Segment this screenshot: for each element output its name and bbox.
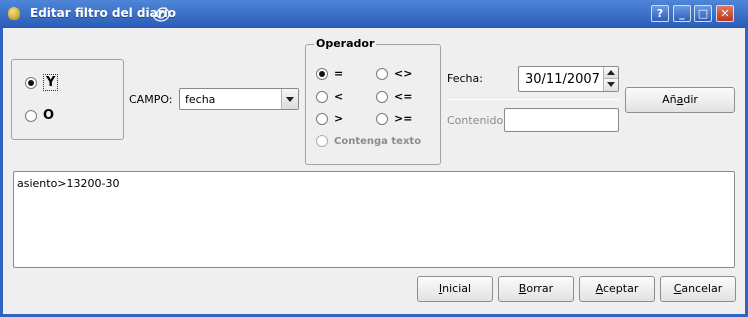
title-bar[interactable]: Editar filtro del diario ? _ □ ✕ — [0, 0, 748, 28]
radio-ge-label: >= — [394, 112, 413, 125]
delete-button-label: Borrar — [518, 282, 554, 295]
radio-le-indicator[interactable] — [376, 90, 388, 103]
radio-gt-label: > — [334, 112, 344, 125]
spin-down-icon[interactable] — [604, 79, 618, 91]
radio-o-label: O — [43, 108, 55, 123]
content-input[interactable] — [504, 108, 619, 132]
radio-le[interactable]: <= — [376, 90, 412, 103]
chevron-down-icon[interactable] — [281, 89, 298, 109]
money-bag-icon — [8, 7, 20, 20]
radio-gt-indicator[interactable] — [316, 112, 328, 125]
radio-y[interactable]: Y — [25, 74, 59, 91]
radio-lt[interactable]: < — [316, 90, 343, 103]
logic-group: Y O — [11, 59, 124, 140]
initial-button[interactable]: Inicial — [417, 276, 493, 302]
date-spinbox[interactable]: 30/11/2007 — [518, 66, 619, 92]
date-spin-buttons — [603, 67, 618, 91]
radio-ge-indicator[interactable] — [376, 112, 388, 125]
delete-button[interactable]: Borrar — [498, 276, 574, 302]
dialog-window: Editar filtro del diario ? _ □ ✕ Y O CAM… — [0, 0, 748, 317]
radio-eq[interactable]: = — [316, 67, 343, 80]
radio-y-label: Y — [43, 74, 59, 91]
content-label: Contenido: — [447, 114, 507, 127]
radio-ne-label: <> — [394, 67, 413, 80]
radio-y-indicator[interactable] — [25, 76, 37, 89]
field-combo-value: fecha — [185, 93, 216, 106]
help-button[interactable]: ? — [651, 5, 669, 22]
swirl-icon — [153, 7, 170, 22]
radio-o-indicator[interactable] — [25, 109, 37, 122]
radio-ne[interactable]: <> — [376, 67, 412, 80]
operator-group: Operador = <> < <= > >= Contenga texto — [305, 37, 441, 165]
radio-ne-indicator[interactable] — [376, 67, 388, 80]
date-content-separator — [447, 99, 619, 100]
close-button[interactable]: ✕ — [716, 5, 734, 22]
date-label: Fecha: — [447, 72, 483, 85]
radio-contains-text[interactable]: Contenga texto — [316, 135, 421, 147]
accept-button-label: Aceptar — [595, 282, 639, 295]
radio-gt[interactable]: > — [316, 112, 343, 125]
radio-lt-label: < — [334, 90, 344, 103]
radio-eq-indicator[interactable] — [316, 67, 328, 80]
filter-textarea[interactable]: asiento>13200-30 — [13, 171, 735, 268]
maximize-button[interactable]: □ — [694, 5, 712, 22]
radio-lt-indicator[interactable] — [316, 90, 328, 103]
radio-eq-label: = — [334, 67, 344, 80]
radio-contains-text-indicator[interactable] — [316, 135, 328, 147]
operator-group-title: Operador — [314, 37, 377, 50]
accept-button[interactable]: Aceptar — [579, 276, 655, 302]
date-value: 30/11/2007 — [525, 72, 600, 87]
radio-ge[interactable]: >= — [376, 112, 412, 125]
cancel-button-label: Cancelar — [673, 282, 723, 295]
dialog-body: Y O CAMPO: fecha Operador = <> < <= > >=… — [3, 28, 745, 314]
radio-o[interactable]: O — [25, 108, 54, 123]
field-combo[interactable]: fecha — [179, 88, 299, 110]
cancel-button[interactable]: Cancelar — [660, 276, 736, 302]
add-button-label: Añadir — [662, 93, 698, 106]
field-label: CAMPO: — [129, 93, 173, 106]
add-button[interactable]: Añadir — [625, 87, 735, 113]
initial-button-label: Inicial — [438, 282, 472, 295]
minimize-button[interactable]: _ — [673, 5, 691, 22]
radio-le-label: <= — [394, 90, 413, 103]
radio-contains-text-label: Contenga texto — [334, 135, 422, 147]
filter-text: asiento>13200-30 — [17, 177, 120, 190]
spin-up-icon[interactable] — [604, 67, 618, 79]
